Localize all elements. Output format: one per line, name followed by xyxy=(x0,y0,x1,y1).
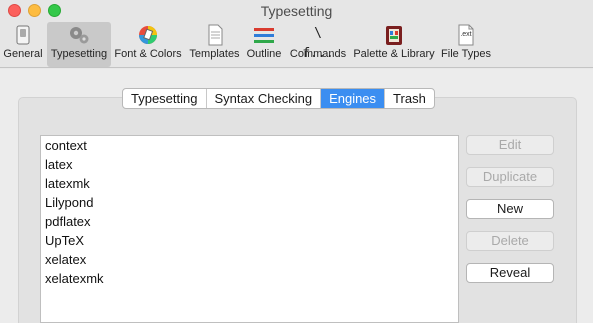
toolbar-item-outline[interactable]: Outline xyxy=(243,22,285,67)
engine-list-item[interactable]: Lilypond xyxy=(45,195,93,210)
reveal-button[interactable]: Reveal xyxy=(466,263,554,283)
duplicate-button[interactable]: Duplicate xyxy=(466,167,554,187)
toolbar-label-outline: Outline xyxy=(246,48,282,60)
toolbar-label-font-colors: Font & Colors xyxy=(114,48,182,60)
toolbar-label-file-types: File Types xyxy=(441,48,491,60)
tab-syntax-checking[interactable]: Syntax Checking xyxy=(207,89,322,108)
toolbar-item-general[interactable]: General xyxy=(2,22,44,67)
gears-icon xyxy=(70,27,89,44)
engine-list-item[interactable]: context xyxy=(45,138,87,153)
engine-list-item[interactable]: pdflatex xyxy=(45,214,91,229)
file-ext-glyph: .ext xyxy=(460,31,472,38)
toolbar-label-general: General xyxy=(3,48,43,60)
toolbar-item-file-types[interactable]: .ext File Types xyxy=(440,22,492,67)
engines-list[interactable]: context latex latexmk Lilypond pdflatex … xyxy=(40,135,459,323)
toolbar-label-palette-library: Palette & Library xyxy=(353,48,435,60)
engine-list-item[interactable]: latex xyxy=(45,157,72,172)
edit-button[interactable]: Edit xyxy=(466,135,554,155)
toolbar-item-templates[interactable]: Templates xyxy=(187,22,242,67)
toolbar-label-commands: Commands xyxy=(289,48,347,60)
outline-bars-icon xyxy=(254,28,274,43)
engine-list-item[interactable]: UpTeX xyxy=(45,233,84,248)
engine-list-item[interactable]: xelatex xyxy=(45,252,86,267)
window-title: Typesetting xyxy=(260,3,333,19)
preferences-toolbar: General Typesetting Font & Colors Templa… xyxy=(0,22,593,68)
toolbar-item-palette-library[interactable]: Palette & Library xyxy=(351,22,437,67)
palette-library-icon xyxy=(386,26,402,45)
document-icon xyxy=(208,24,222,46)
toolbar-item-typesetting[interactable]: Typesetting xyxy=(47,22,111,67)
settings-tab-control: Typesetting Syntax Checking Engines Tras… xyxy=(122,88,435,109)
color-wheel-icon xyxy=(139,26,157,44)
toolbar-label-typesetting: Typesetting xyxy=(50,48,108,60)
tab-engines[interactable]: Engines xyxy=(321,89,386,108)
tab-trash[interactable]: Trash xyxy=(385,89,434,108)
backslash-f-icon: \ f... xyxy=(302,26,334,61)
toolbar-item-font-colors[interactable]: Font & Colors xyxy=(112,22,184,67)
engine-list-item[interactable]: latexmk xyxy=(45,176,90,191)
title-bar: Typesetting xyxy=(0,0,593,22)
tab-typesetting[interactable]: Typesetting xyxy=(123,89,207,108)
toolbar-item-commands[interactable]: \ f... Commands xyxy=(288,22,348,67)
delete-button[interactable]: Delete xyxy=(466,231,554,251)
engine-list-item[interactable]: xelatexmk xyxy=(45,271,104,286)
toolbar-label-templates: Templates xyxy=(189,48,240,60)
new-button[interactable]: New xyxy=(466,199,554,219)
switch-icon xyxy=(16,25,30,45)
